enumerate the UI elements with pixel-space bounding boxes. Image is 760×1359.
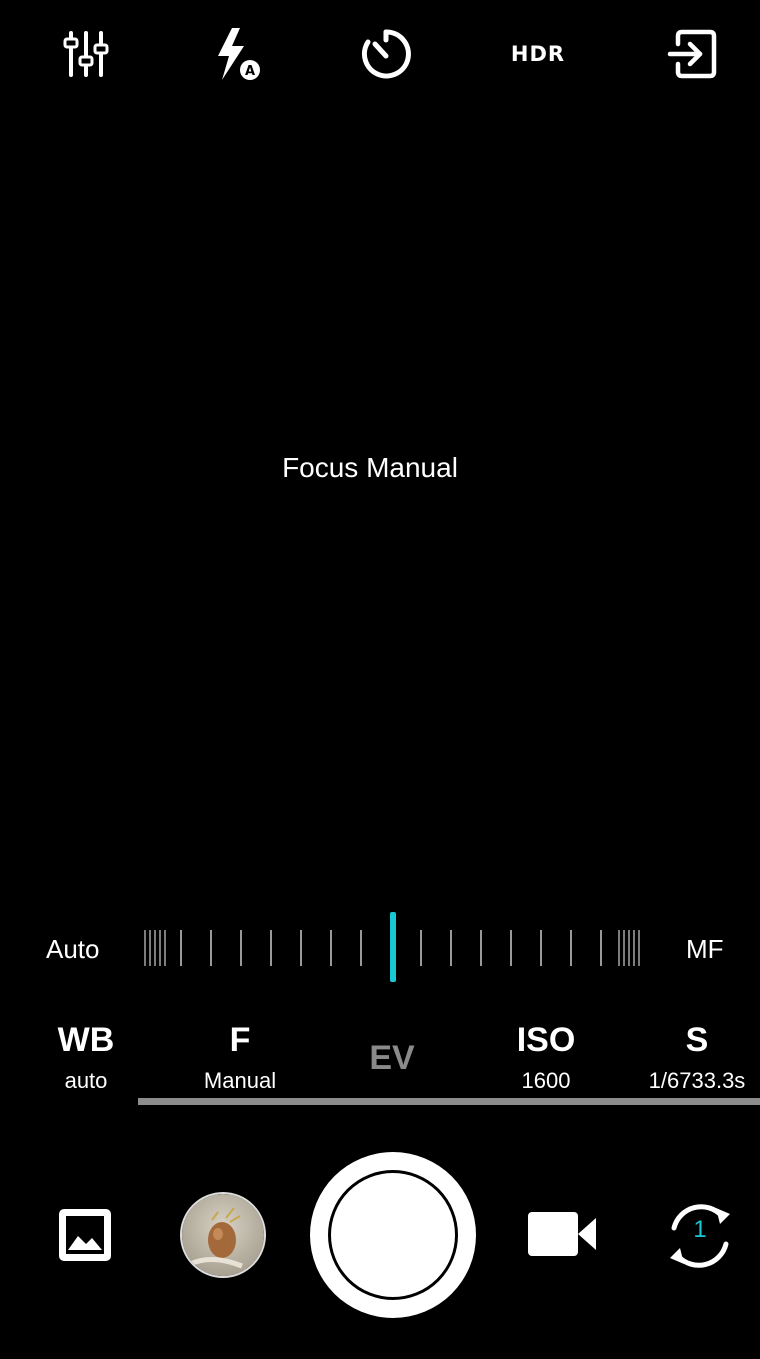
slider-tick <box>154 930 156 966</box>
hdr-icon: HDR <box>510 42 566 66</box>
param-s[interactable]: S 1/6733.3s <box>636 1020 758 1096</box>
shutter-button[interactable] <box>310 1152 476 1318</box>
slider-tick <box>600 930 602 966</box>
slider-tick <box>623 930 625 966</box>
focus-slider-track[interactable] <box>142 912 644 988</box>
top-toolbar: A HDR <box>0 0 760 110</box>
param-f-name: F <box>229 1021 251 1059</box>
timer-icon <box>361 29 411 79</box>
focus-slider: Auto MF <box>0 912 760 988</box>
focus-auto-label[interactable]: Auto <box>46 934 100 965</box>
param-iso-name: ISO <box>516 1021 576 1059</box>
param-iso[interactable]: ISO 1600 <box>496 1020 596 1096</box>
slider-tick <box>330 930 332 966</box>
camera-number-label: 1 <box>693 1216 707 1243</box>
exit-icon <box>667 29 717 79</box>
param-f[interactable]: F Manual <box>180 1020 300 1096</box>
exit-button[interactable] <box>660 22 724 86</box>
video-icon <box>528 1212 596 1256</box>
slider-tick <box>240 930 242 966</box>
slider-tick <box>633 930 635 966</box>
param-ev[interactable]: EV <box>346 1038 438 1078</box>
gallery-button[interactable] <box>56 1206 114 1264</box>
slider-tick <box>450 930 452 966</box>
param-wb-name: WB <box>57 1021 115 1059</box>
camera-screen: A HDR Focus Manual Auto MF WB auto F Man… <box>0 0 760 1359</box>
slider-tick <box>628 930 630 966</box>
last-photo-thumbnail[interactable] <box>180 1192 266 1278</box>
slider-tick <box>159 930 161 966</box>
timer-button[interactable] <box>354 22 418 86</box>
slider-tick <box>210 930 212 966</box>
settings-sliders-button[interactable] <box>54 22 118 86</box>
param-s-value: 1/6733.3s <box>648 1068 746 1093</box>
svg-text:A: A <box>245 64 255 79</box>
video-mode-button[interactable] <box>526 1208 598 1260</box>
slider-tick <box>638 930 640 966</box>
slider-tick <box>360 930 362 966</box>
sliders-icon <box>63 31 109 77</box>
photo-preview-image <box>182 1194 264 1276</box>
slider-tick <box>570 930 572 966</box>
hdr-button[interactable]: HDR <box>506 22 570 86</box>
slider-tick <box>618 930 620 966</box>
focus-mf-label[interactable]: MF <box>686 934 724 965</box>
param-f-value: Manual <box>203 1068 277 1093</box>
slider-tick <box>164 930 166 966</box>
param-ev-name: EV <box>369 1039 415 1077</box>
param-s-name: S <box>685 1021 709 1059</box>
slider-tick <box>300 930 302 966</box>
exposure-params: WB auto F Manual EV ISO 1600 S 1/6733.3s <box>0 1020 760 1110</box>
param-wb-value: auto <box>64 1068 108 1093</box>
slider-tick <box>510 930 512 966</box>
slider-tick <box>144 930 146 966</box>
slider-tick <box>180 930 182 966</box>
focus-mode-label: Focus Manual <box>282 452 458 483</box>
param-wb[interactable]: WB auto <box>40 1020 132 1096</box>
focus-slider-thumb[interactable] <box>390 912 396 982</box>
shutter-inner-ring <box>328 1170 458 1300</box>
param-iso-value: 1600 <box>521 1068 571 1093</box>
flash-button[interactable]: A <box>204 22 268 86</box>
switch-camera-button[interactable]: 1 <box>660 1196 740 1276</box>
slider-tick <box>480 930 482 966</box>
slider-tick <box>540 930 542 966</box>
slider-tick <box>270 930 272 966</box>
params-selection-bar <box>138 1098 760 1105</box>
flash-auto-icon: A <box>218 28 260 80</box>
bottom-controls: 1 <box>0 1150 760 1330</box>
slider-tick <box>420 930 422 966</box>
gallery-icon <box>59 1209 111 1261</box>
slider-tick <box>149 930 151 966</box>
